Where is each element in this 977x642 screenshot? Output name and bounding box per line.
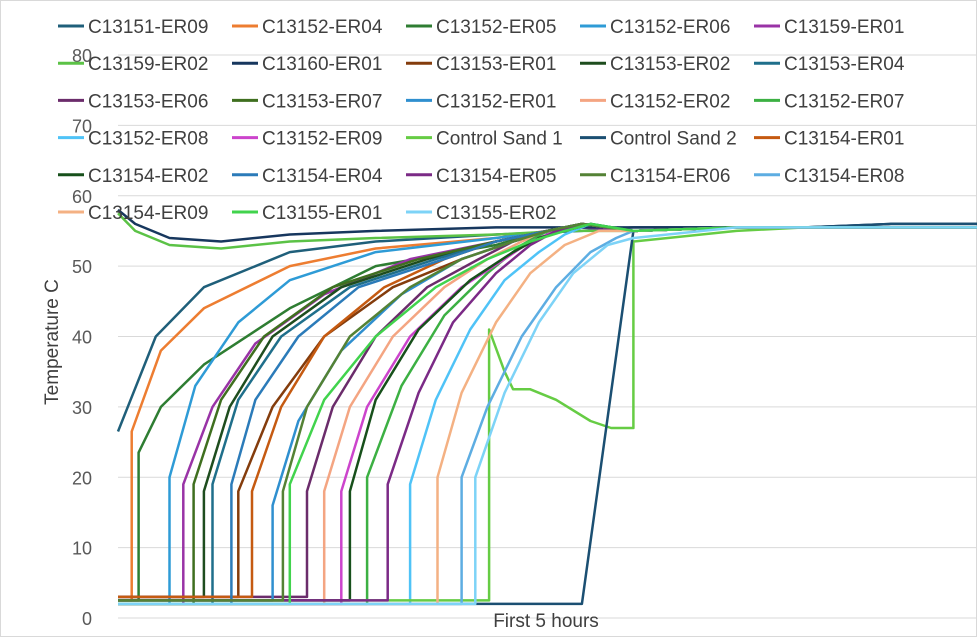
legend-label: C13153-ER04 (784, 54, 905, 75)
legend-label: C13152-ER01 (436, 91, 556, 112)
legend-label: C13155-ER02 (436, 203, 556, 224)
legend-label: C13152-ER04 (262, 17, 383, 38)
legend-label: C13152-ER05 (436, 17, 556, 38)
legend-label: C13159-ER01 (784, 17, 904, 38)
legend-label: C13152-ER02 (610, 91, 730, 112)
legend-label: C13159-ER02 (88, 54, 208, 75)
legend-label: C13153-ER06 (88, 91, 208, 112)
y-axis-label: Temperature C (42, 279, 63, 405)
y-tick-label: 0 (82, 609, 92, 629)
chart: 0 10 20 30 40 50 60 70 80 C13151-ER09 C13152-ER04… (0, 0, 977, 637)
legend-label: C13153-ER07 (262, 91, 382, 112)
legend-label: C13152-ER06 (610, 17, 730, 38)
legend-label: C13152-ER08 (88, 129, 208, 150)
legend-label: C13154-ER04 (262, 166, 383, 187)
legend-label: C13154-ER01 (784, 129, 904, 150)
legend-label: C13153-ER01 (436, 54, 556, 75)
legend-label: C13154-ER05 (436, 166, 556, 187)
x-axis-label: First 5 hours (493, 611, 599, 632)
legend-label: C13151-ER09 (88, 17, 208, 38)
legend-label: C13154-ER08 (784, 166, 904, 187)
legend-label: Control Sand 1 (436, 129, 563, 150)
legend-label: C13155-ER01 (262, 203, 382, 224)
y-tick-label: 50 (72, 257, 92, 277)
chart-canvas: 01020304050607080 C13151-ER09 C13152-ER04… (0, 0, 977, 637)
legend-label: C13154-ER06 (610, 166, 730, 187)
y-tick-label: 10 (72, 539, 92, 559)
legend-label: C13160-ER01 (262, 54, 382, 75)
legend-label: C13154-ER09 (88, 203, 208, 224)
legend-label: C13152-ER09 (262, 129, 382, 150)
legend-label: Control Sand 2 (610, 129, 737, 150)
legend-label: C13153-ER02 (610, 54, 730, 75)
legend-label: C13152-ER07 (784, 91, 904, 112)
y-tick-label: 40 (72, 328, 92, 348)
y-tick-label: 30 (72, 398, 92, 418)
y-tick-label: 20 (72, 468, 92, 488)
legend-label: C13154-ER02 (88, 166, 208, 187)
